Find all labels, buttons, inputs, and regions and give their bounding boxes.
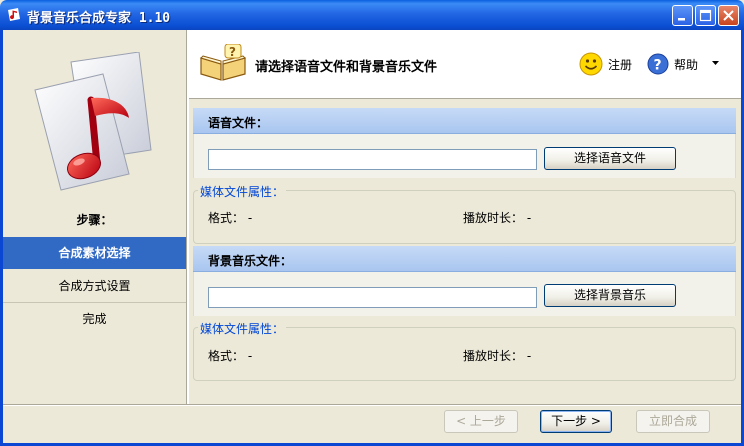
svg-text:?: ? [229,45,236,59]
music-format-value: - [247,349,253,363]
music-duration: 播放时长： - [463,347,531,364]
book-question-icon: ? [200,44,246,81]
page-title: 请选择语音文件和背景音乐文件 [255,60,438,75]
help-label: 帮助 [674,57,699,72]
music-section-header: 背景音乐文件： [193,246,736,272]
music-format: 格式： - [208,347,252,364]
music-duration-value: - [526,349,532,363]
help-menu[interactable]: ? 帮助 [647,52,698,76]
step-material-selection[interactable]: 合成素材选择 [3,237,186,269]
register-link[interactable]: 注册 [579,52,632,76]
voice-props-legend: 媒体文件属性： [198,183,287,200]
music-note-logo [34,52,152,191]
dropdown-arrow-icon[interactable] [712,61,719,66]
header-divider [189,98,741,99]
title-bar[interactable]: 背景音乐合成专家 1.10 [0,0,744,30]
register-label: 注册 [608,57,633,72]
steps-sidebar: 步骤： 合成素材选择 合成方式设置 完成 [3,30,186,404]
app-icon [8,8,20,21]
maximize-button[interactable] [695,5,716,26]
steps-label: 步骤： [76,213,113,227]
close-icon [723,10,734,21]
help-icon: ? [647,53,669,75]
voice-format-value: - [247,211,253,225]
minimize-icon [678,18,685,21]
maximize-icon [699,9,712,22]
music-props-legend: 媒体文件属性： [198,320,287,337]
previous-step-button[interactable]: < 上一步 [444,410,518,433]
voice-format-label: 格式： [208,211,245,225]
window-title: 背景音乐合成专家 1.10 [27,11,171,26]
voice-section-header: 语音文件： [193,108,736,134]
smiley-icon [579,52,603,76]
footer-divider [3,404,741,406]
svg-text:?: ? [654,58,662,74]
voice-duration-value: - [526,211,532,225]
music-file-path-input[interactable] [208,287,537,308]
choose-music-file-button[interactable]: 选择背景音乐 [544,284,676,307]
minimize-button[interactable] [672,5,693,26]
music-duration-label: 播放时长： [463,349,524,363]
music-section-title: 背景音乐文件： [208,254,293,268]
voice-section-title: 语音文件： [208,116,269,130]
step-finish[interactable]: 完成 [3,303,186,335]
voice-file-path-input[interactable] [208,149,537,170]
voice-duration: 播放时长： - [463,209,531,226]
page-header: ? 请选择语音文件和背景音乐文件 注册 ? 帮助 [189,30,741,98]
voice-duration-label: 播放时长： [463,211,524,225]
main-window: 背景音乐合成专家 1.10 步骤： 合成素材选择 合成方式设置 完成 ? 请选择… [0,0,744,446]
next-step-button[interactable]: 下一步 > [540,410,612,433]
voice-format: 格式： - [208,209,252,226]
compose-now-button[interactable]: 立即合成 [636,410,710,433]
music-format-label: 格式： [208,349,245,363]
close-button[interactable] [718,5,739,26]
choose-voice-file-button[interactable]: 选择语音文件 [544,147,676,170]
step-compose-settings[interactable]: 合成方式设置 [3,270,186,302]
